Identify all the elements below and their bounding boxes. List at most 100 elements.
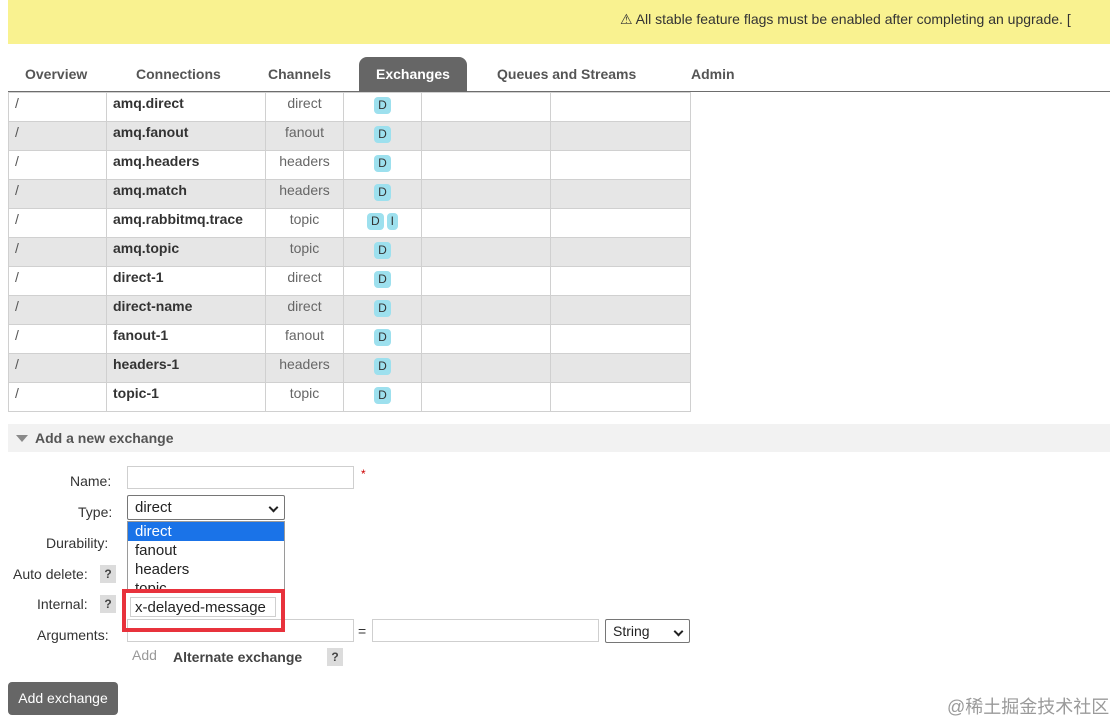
vhost-cell: / [8,92,107,122]
features-cell: D [343,295,422,325]
rate-cell [421,266,551,296]
exchange-type-cell: topic [265,208,344,238]
name-input[interactable] [127,466,354,489]
exchange-name-link[interactable]: amq.headers [106,150,266,180]
rate-cell [421,295,551,325]
exchange-name-link[interactable]: amq.topic [106,237,266,267]
chevron-down-icon [673,626,684,637]
exchange-type-cell: headers [265,179,344,209]
exchange-name-link[interactable]: amq.match [106,179,266,209]
rate-cell [550,324,691,354]
vhost-cell: / [8,150,107,180]
internal-help-button[interactable]: ? [100,595,116,613]
argument-value-input[interactable] [372,619,599,642]
table-row[interactable]: / headers-1 headers D [8,353,691,383]
feature-badge: D [374,184,391,201]
type-option-fanout[interactable]: fanout [128,541,284,560]
alternate-exchange-link[interactable]: Alternate exchange [173,649,302,665]
features-cell: DI [343,208,422,238]
rate-cell [421,353,551,383]
internal-label: Internal: [37,596,88,612]
table-row[interactable]: / amq.headers headers D [8,150,691,180]
exchange-name-link[interactable]: topic-1 [106,382,266,412]
rate-cell [550,150,691,180]
exchange-type-cell: topic [265,237,344,267]
exchange-name-link[interactable]: headers-1 [106,353,266,383]
table-row[interactable]: / direct-1 direct D [8,266,691,296]
type-dropdown-list: direct fanout headers topic [127,521,285,591]
exchanges-table: / amq.direct direct D / amq.fanout fanout D / amq… [8,92,691,412]
type-option-direct[interactable]: direct [128,522,284,541]
equals-sign: = [358,623,367,639]
exchange-name-link[interactable]: fanout-1 [106,324,266,354]
name-label: Name: [70,473,112,489]
add-exchange-section-header[interactable]: Add a new exchange [8,424,1110,452]
table-row[interactable]: / topic-1 topic D [8,382,691,412]
table-row[interactable]: / fanout-1 fanout D [8,324,691,354]
tab-admin[interactable]: Admin [674,57,752,91]
alternate-exchange-help-button[interactable]: ? [327,648,343,666]
type-option-headers[interactable]: headers [128,560,284,579]
exchange-type-cell: headers [265,150,344,180]
rate-cell [550,266,691,296]
rate-cell [550,382,691,412]
type-label: Type: [78,504,113,520]
type-option-x-delayed-message[interactable]: x-delayed-message [130,597,276,617]
exchange-name-link[interactable]: direct-1 [106,266,266,296]
feature-badge: I [386,213,398,230]
type-select[interactable]: direct [127,495,285,520]
auto-delete-help-button[interactable]: ? [100,565,116,583]
feature-badge: D [374,126,391,143]
add-exchange-button[interactable]: Add exchange [8,682,118,715]
exchange-name-link[interactable]: amq.direct [106,92,266,122]
feature-badge: D [374,358,391,375]
rate-cell [421,150,551,180]
exchange-type-cell: direct [265,266,344,296]
feature-badge: D [374,271,391,288]
table-row[interactable]: / amq.match headers D [8,179,691,209]
watermark: @稀土掘金技术社区 [947,697,1110,717]
feature-badge: D [374,300,391,317]
table-row[interactable]: / amq.rabbitmq.trace topic D I [8,208,691,238]
add-argument-link[interactable]: Add [132,647,157,663]
vhost-cell: / [8,266,107,296]
arguments-label: Arguments: [37,627,109,643]
features-cell: D [343,121,422,151]
main-nav-tabs: Overview Connections Channels Exchanges … [8,57,1110,92]
vhost-cell: / [8,121,107,151]
exchange-type-cell: fanout [265,324,344,354]
table-row[interactable]: / amq.direct direct D [8,92,691,122]
features-cell: D [343,382,422,412]
argument-type-value: String [613,623,650,639]
rate-cell [421,324,551,354]
required-mark: * [361,467,366,481]
vhost-cell: / [8,382,107,412]
vhost-cell: / [8,295,107,325]
table-row[interactable]: / direct-name direct D [8,295,691,325]
tab-queues-and-streams[interactable]: Queues and Streams [480,57,653,91]
tab-connections[interactable]: Connections [119,57,238,91]
features-cell: D [343,353,422,383]
table-row[interactable]: / amq.fanout fanout D [8,121,691,151]
rate-cell [550,179,691,209]
rate-cell [421,382,551,412]
tab-exchanges[interactable]: Exchanges [359,57,467,92]
rate-cell [550,353,691,383]
argument-type-select[interactable]: String [605,619,690,643]
rate-cell [421,121,551,151]
rate-cell [550,237,691,267]
exchange-name-link[interactable]: direct-name [106,295,266,325]
features-cell: D [343,324,422,354]
feature-badge: D [374,242,391,259]
exchange-type-cell: headers [265,353,344,383]
rate-cell [421,208,551,238]
feature-badge: D [374,329,391,346]
vhost-cell: / [8,324,107,354]
exchange-name-link[interactable]: amq.fanout [106,121,266,151]
collapse-triangle-icon[interactable] [16,435,28,442]
tab-channels[interactable]: Channels [251,57,348,91]
exchange-name-link[interactable]: amq.rabbitmq.trace [106,208,266,238]
table-row[interactable]: / amq.topic topic D [8,237,691,267]
feature-badge: D [374,387,391,404]
tab-overview[interactable]: Overview [8,57,104,91]
